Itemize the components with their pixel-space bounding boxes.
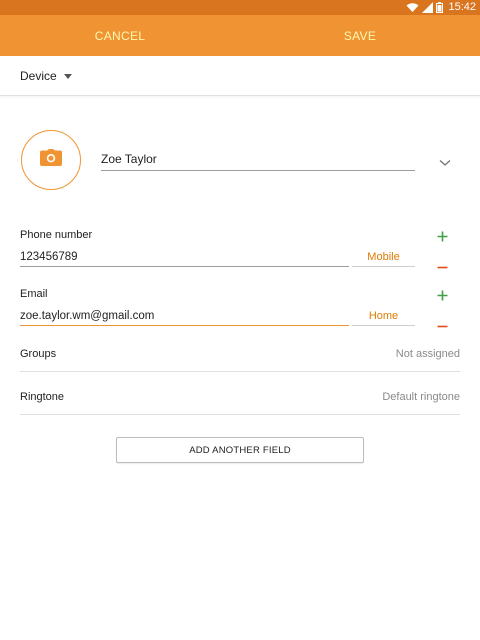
email-label: Email [20, 288, 48, 300]
phone-type-select[interactable]: Mobile [352, 247, 415, 267]
battery-icon [436, 2, 444, 13]
phone-value: 123456789 [20, 251, 78, 263]
ringtone-value: Default ringtone [382, 391, 460, 403]
groups-row[interactable]: Groups Not assigned [20, 348, 460, 372]
email-value: zoe.taylor.wm@gmail.com [20, 310, 155, 322]
name-field[interactable]: Zoe Taylor [101, 147, 415, 171]
expand-name-chevron-icon[interactable] [439, 154, 451, 172]
name-value: Zoe Taylor [101, 152, 157, 166]
remove-phone-minus-icon[interactable] [437, 256, 448, 274]
phone-label: Phone number [20, 229, 93, 241]
status-icons: 15:42 [406, 0, 476, 15]
groups-label: Groups [20, 348, 57, 360]
ringtone-row[interactable]: Ringtone Default ringtone [20, 391, 460, 415]
add-phone-plus-icon[interactable] [437, 229, 448, 247]
account-label: Device [20, 68, 57, 83]
save-button[interactable]: SAVE [240, 15, 480, 56]
add-another-field-button[interactable]: ADD ANOTHER FIELD [116, 437, 364, 463]
wifi-icon [406, 2, 419, 13]
email-input[interactable]: zoe.taylor.wm@gmail.com [20, 306, 349, 326]
status-bar: 15:42 [0, 0, 480, 15]
contact-photo-button[interactable] [21, 130, 81, 190]
signal-icon [422, 2, 434, 13]
ringtone-label: Ringtone [20, 391, 65, 403]
add-email-plus-icon[interactable] [437, 288, 448, 306]
groups-value: Not assigned [395, 348, 460, 360]
account-selector[interactable]: Device [0, 56, 480, 96]
app-bar: CANCEL SAVE [0, 15, 480, 56]
phone-input[interactable]: 123456789 [20, 247, 349, 267]
cancel-button[interactable]: CANCEL [0, 15, 240, 56]
dropdown-arrow-icon [63, 73, 72, 79]
remove-email-minus-icon[interactable] [437, 315, 448, 333]
status-clock: 15:42 [448, 1, 476, 13]
camera-icon [40, 149, 62, 171]
email-type-select[interactable]: Home [352, 306, 415, 326]
